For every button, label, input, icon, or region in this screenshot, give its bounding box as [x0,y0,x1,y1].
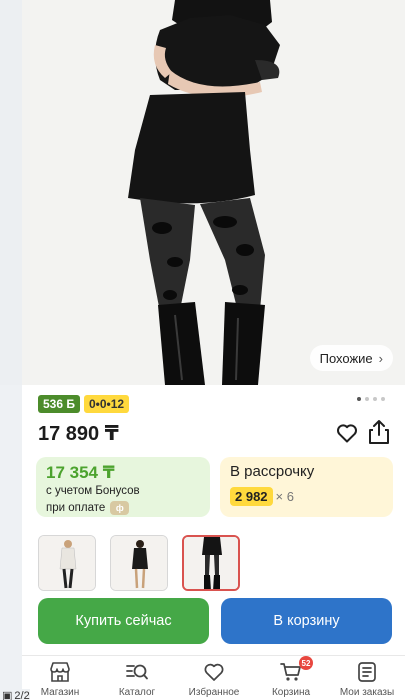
variant-black-dress-image [111,536,167,590]
orders-icon [358,662,376,682]
nav-label-favorites: Избранное [188,687,240,698]
nav-item-orders[interactable]: Мои заказы [329,660,405,698]
share-icon[interactable] [367,419,391,445]
store-icon [50,662,70,682]
nav-item-store[interactable]: Магазин [22,660,98,698]
heart-icon [204,663,224,681]
bonus-price-card[interactable]: 17 354 ₸ с учетом Бонусов при оплате ф [36,457,210,517]
color-variants [38,535,240,591]
installment-card[interactable]: В рассрочку 2 982 × 6 [220,457,393,517]
similar-products-button[interactable]: Похожие › [309,345,393,371]
catalog-search-icon [126,664,148,680]
installment-amount-row: 2 982 × 6 [230,487,294,506]
page-indicator-text: 2/2 [14,689,30,700]
product-price: 17 890 ₸ [38,423,119,445]
installment-plan-badge: 0•0•12 [83,395,130,413]
nav-label-store: Магазин [40,687,80,698]
nav-item-cart[interactable]: 52 Корзина [253,656,329,698]
variant-thumbnail-selected[interactable] [182,535,240,591]
nav-item-favorites[interactable]: Избранное [176,660,252,698]
variant-tights-image [184,537,238,589]
nav-item-catalog[interactable]: Каталог [99,660,175,698]
add-to-cart-button[interactable]: В корзину [221,598,392,644]
gallery-dot [357,397,361,401]
heart-icon[interactable] [335,421,359,445]
cart-icon-wrap: 52 [279,656,313,684]
price-row: 17 890 ₸ [38,419,393,449]
bottom-navigation: Магазин Каталог Избранное 52 Корзина Мои… [22,655,405,700]
image-page-indicator: ▣ 2/2 [2,689,30,700]
nav-label-orders: Мои заказы [339,687,395,698]
bonus-price: 17 354 ₸ [46,463,115,482]
variant-thumbnail[interactable] [110,535,168,591]
nav-label-catalog: Каталог [118,687,156,698]
camera-icon: ▣ [2,690,13,700]
installment-amount: 2 982 [230,487,273,506]
gallery-dot [373,397,377,401]
gallery-dots [357,397,385,401]
payment-note-text: при оплате [46,502,106,514]
product-info: 536 Б 0•0•12 17 890 ₸ 17 354 ₸ с учетом … [22,385,405,655]
variant-white-dress-image [39,536,95,590]
buy-now-button[interactable]: Купить сейчас [38,598,209,644]
nav-label-cart: Корзина [271,687,311,698]
gallery-dot [365,397,369,401]
product-photo[interactable]: Похожие › [0,0,405,385]
similar-label: Похожие [319,350,373,366]
gallery-dot [381,397,385,401]
installment-title: В рассрочку [230,463,315,480]
bonus-badge: 536 Б [38,395,80,413]
badges: 536 Б 0•0•12 [38,395,130,413]
payment-note: при оплате ф [46,501,130,515]
installment-multiplier: × 6 [275,489,294,504]
bonus-note: с учетом Бонусов [46,485,140,497]
variant-thumbnail[interactable] [38,535,96,591]
model-image [128,0,280,385]
chevron-right-icon: › [378,350,383,366]
bonus-coin-icon: ф [110,501,130,515]
cart-count-badge: 52 [299,656,313,670]
